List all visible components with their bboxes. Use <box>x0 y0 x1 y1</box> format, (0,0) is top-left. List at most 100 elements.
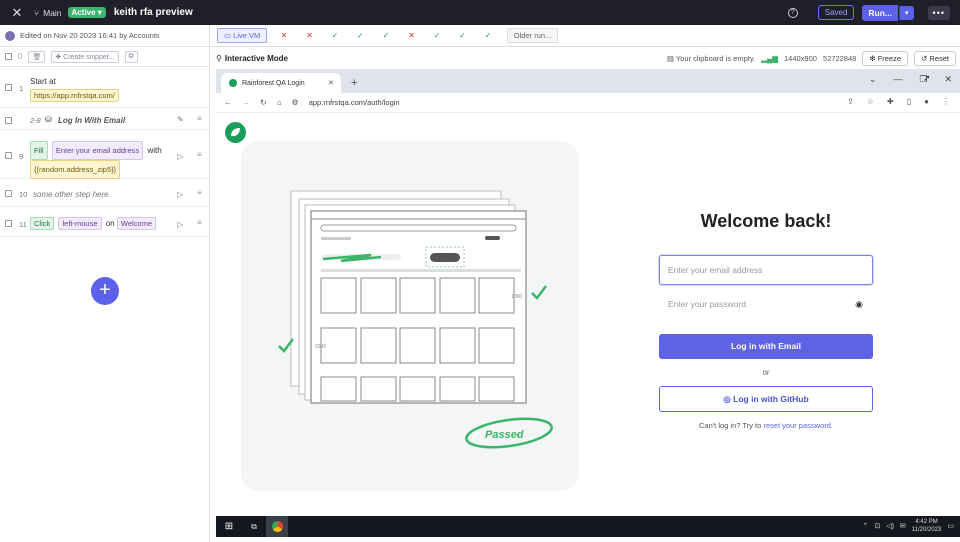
clock-time: 4:42 PM <box>915 519 938 525</box>
illustration-label: 2000 <box>315 344 326 350</box>
run-to-here-icon[interactable]: ▷ <box>177 152 183 161</box>
drag-handle-icon[interactable]: ≡ <box>197 188 202 197</box>
show-hidden-icon[interactable]: ⌃ <box>862 522 868 530</box>
action-chip[interactable]: Fill <box>30 141 48 160</box>
back-icon[interactable]: ← <box>224 98 232 107</box>
step-connector: with <box>147 146 162 155</box>
run-result-tab[interactable]: ✓ <box>450 31 476 40</box>
login-github-button[interactable]: ◎ Log in with GitHub <box>659 386 873 412</box>
run-result-tab[interactable]: ✓ <box>348 31 374 40</box>
step-group-row[interactable]: 2-8 ⛁ Log In With Email ✎ ≡ <box>0 110 210 130</box>
drag-handle-icon[interactable]: ≡ <box>197 114 202 123</box>
drag-handle-icon[interactable]: ≡ <box>197 218 202 227</box>
window-controls: ⌄ — ❐ ✕ <box>869 74 952 85</box>
task-view-icon[interactable]: ⧉ <box>242 522 266 532</box>
run-to-here-icon[interactable]: ▷ <box>177 190 183 199</box>
browser-menu-icon[interactable]: ⋮ <box>942 97 950 106</box>
forward-icon[interactable]: → <box>242 98 250 107</box>
show-password-icon[interactable]: ◉ <box>855 299 863 310</box>
run-dropdown-icon[interactable]: ▾ <box>899 5 914 20</box>
browser-tab[interactable]: Rainforest QA Login ✕ <box>221 73 341 93</box>
run-result-tab[interactable]: ✕ <box>399 31 425 40</box>
delete-icon[interactable]: 🗑 <box>28 50 46 63</box>
sidebar-icon[interactable]: ▯ <box>907 97 911 106</box>
freeze-button[interactable]: ✻ Freeze <box>862 50 909 66</box>
test-title[interactable]: keith rfa preview <box>114 7 193 18</box>
run-result-tab[interactable]: ✕ <box>297 31 323 40</box>
step-checkbox[interactable] <box>5 84 12 91</box>
run-result-tab[interactable]: ✓ <box>373 31 399 40</box>
branch-selector[interactable]: ⑂ Main <box>34 8 62 18</box>
step-row[interactable]: 9 Fill Enter your email address with {{r… <box>0 135 210 179</box>
edit-icon[interactable]: ✎ <box>177 115 184 124</box>
reset-button[interactable]: ↺ Reset <box>914 50 956 66</box>
password-field[interactable]: Enter your password ◉ <box>659 289 873 319</box>
step-checkbox[interactable] <box>5 117 12 124</box>
close-tab-icon[interactable]: ✕ <box>328 79 334 87</box>
reset-password-link[interactable]: reset your password. <box>763 421 833 430</box>
vm-id: 52722848 <box>822 53 857 63</box>
step-row[interactable]: 1 Start at https://app.rnfrstqa.com/ <box>0 68 210 108</box>
run-to-here-icon[interactable]: ▷ <box>177 220 183 229</box>
value-chip[interactable]: {{random.address_zip5}} <box>30 160 121 179</box>
button-chip[interactable]: left-mouse <box>58 217 102 230</box>
clock[interactable]: 4:42 PM 11/20/2023 <box>912 518 942 534</box>
close-icon[interactable]: ✕ <box>0 5 34 21</box>
bookmark-star-icon[interactable]: ☆ <box>867 97 874 106</box>
run-result-tab[interactable]: ✓ <box>322 31 348 40</box>
profile-icon[interactable]: ● <box>924 97 929 106</box>
step-checkbox[interactable] <box>5 190 12 197</box>
tab-live-vm[interactable]: ▭ Live VM <box>217 28 268 43</box>
avatar <box>5 30 15 41</box>
help-icon[interactable]: ? <box>787 7 798 18</box>
reload-icon[interactable]: ↻ <box>260 98 267 107</box>
copy-icon[interactable]: ⧉ <box>124 50 138 63</box>
step-number: 2-8 <box>30 116 41 125</box>
share-icon[interactable]: ⇪ <box>847 97 854 106</box>
minimize-icon[interactable]: — <box>893 74 902 85</box>
email-field[interactable]: Enter your email address <box>659 255 873 285</box>
close-window-icon[interactable]: ✕ <box>944 74 952 85</box>
home-icon[interactable]: ⌂ <box>277 98 282 107</box>
language-icon[interactable]: ✉ <box>900 522 906 530</box>
drag-handle-icon[interactable]: ≡ <box>197 150 202 159</box>
select-all-checkbox[interactable] <box>5 53 12 60</box>
add-step-button[interactable]: + <box>91 277 119 305</box>
target-chip[interactable]: Enter your email address <box>51 141 144 160</box>
volume-icon[interactable]: ◁) <box>886 522 894 530</box>
step-checkbox[interactable] <box>5 220 12 227</box>
status-badge[interactable]: Active ▾ <box>67 7 106 18</box>
signal-icon: ▂▄▆ <box>761 53 778 63</box>
notifications-icon[interactable]: ▭ <box>947 522 954 530</box>
browser-tab-title: Rainforest QA Login <box>242 79 305 87</box>
interactive-mode-icon: ⚲ <box>216 53 222 63</box>
step-checkbox[interactable] <box>5 152 12 159</box>
url-chip[interactable]: https://app.rnfrstqa.com/ <box>30 89 119 102</box>
browser-tab-strip: Rainforest QA Login ✕ + ⌄ — ❐ ✕ <box>216 69 960 93</box>
browser-toolbar-icons: ⇪ ☆ ✚ ▯ ● ⋮ <box>847 97 950 106</box>
chrome-taskbar-icon[interactable] <box>266 516 288 537</box>
extensions-icon[interactable]: ✚ <box>887 97 894 106</box>
run-button[interactable]: Run... <box>862 4 899 21</box>
run-result-tab[interactable]: ✓ <box>475 31 501 40</box>
step-row[interactable]: 10 some other step here ▷ ≡ <box>0 181 210 207</box>
run-result-tab[interactable]: ✓ <box>424 31 450 40</box>
passed-stamp-text: Passed <box>485 429 524 441</box>
more-options-button[interactable]: ••• <box>927 5 950 20</box>
network-icon[interactable]: ⊡ <box>874 522 880 530</box>
step-row[interactable]: 11 Click left-mouse on Welcome ▷ ≡ <box>0 211 210 237</box>
saved-button[interactable]: Saved <box>817 5 855 20</box>
older-runs-dropdown[interactable]: Older run... <box>506 28 559 43</box>
url-field[interactable]: app.rnfrstqa.com/auth/login <box>309 98 729 107</box>
tab-search-icon[interactable]: ⌄ <box>869 74 877 85</box>
cant-login-text: Can't log in? Try to reset your password… <box>698 421 833 430</box>
login-email-button[interactable]: Log in with Email <box>659 334 873 359</box>
run-result-tab[interactable]: ✕ <box>271 31 297 40</box>
site-info-icon[interactable]: ⚙ <box>292 98 299 107</box>
action-chip[interactable]: Click <box>30 217 55 230</box>
target-chip[interactable]: Welcome <box>116 217 156 230</box>
vm-browser-window[interactable]: Rainforest QA Login ✕ + ⌄ — ❐ ✕ ← → ↻ ⌂ … <box>216 69 960 516</box>
create-snippet-button[interactable]: ✚ Create snippet... <box>51 50 119 63</box>
windows-start-icon[interactable]: ⊞ <box>216 521 242 532</box>
new-tab-icon[interactable]: + <box>351 77 357 89</box>
